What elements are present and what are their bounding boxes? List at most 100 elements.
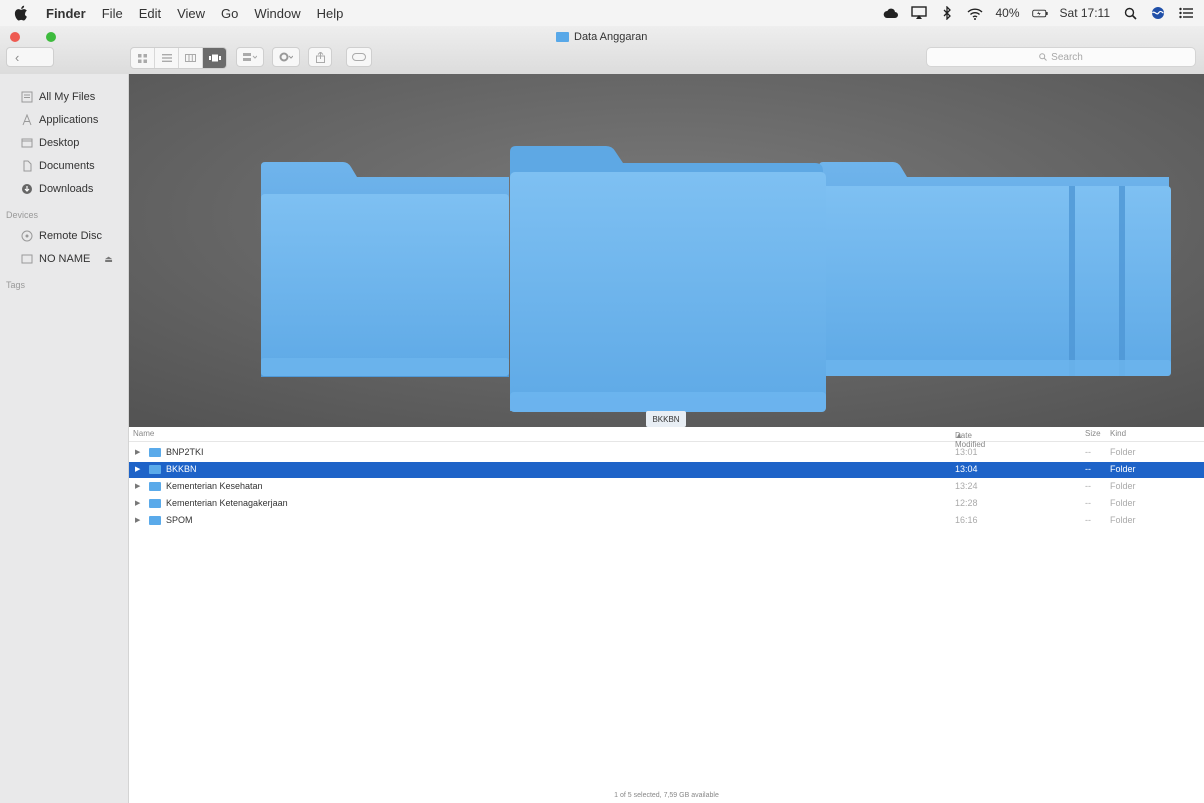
- clock[interactable]: Sat 17:11: [1060, 6, 1110, 20]
- gear-icon: [279, 52, 293, 62]
- cover-flow-canvas: [129, 74, 1204, 427]
- row-date: 13:04: [955, 464, 978, 474]
- row-size: --: [1085, 498, 1091, 508]
- eject-icon[interactable]: ⏏: [104, 254, 113, 265]
- column-view-button[interactable]: [179, 48, 203, 68]
- disclosure-triangle-icon[interactable]: ▶: [135, 516, 140, 524]
- row-date: 16:16: [955, 515, 978, 525]
- disclosure-triangle-icon[interactable]: ▶: [135, 499, 140, 507]
- bluetooth-icon[interactable]: [939, 5, 955, 21]
- spotlight-search-icon[interactable]: [1122, 5, 1138, 21]
- list-row-bkkbn-selected[interactable]: ▶ BKKBN 13:04 -- Folder: [129, 462, 1204, 478]
- list-view-button[interactable]: [155, 48, 179, 68]
- row-size: --: [1085, 481, 1091, 491]
- title-bar: Data Anggaran ‹ Search: [0, 26, 1204, 75]
- cover-flow-selected-label: BKKBN: [646, 411, 686, 427]
- battery-percent[interactable]: 40%: [995, 6, 1019, 20]
- list-header: Name Date Modified ▲ Size Kind: [129, 427, 1204, 449]
- sidebar-section-devices: Devices: [6, 210, 39, 220]
- wifi-icon[interactable]: [967, 5, 983, 21]
- action-button[interactable]: [272, 47, 300, 67]
- row-name: Kementerian Kesehatan: [166, 481, 263, 491]
- column-header-name[interactable]: Name: [133, 429, 154, 438]
- menu-window[interactable]: Window: [254, 6, 300, 21]
- folder-icon: [149, 448, 161, 457]
- list-row-kementerian-ketenagakerjaan[interactable]: ▶ Kementerian Ketenagakerjaan 12:28 -- F…: [129, 496, 1204, 512]
- cover-folder-bkkbn-selected[interactable]: [510, 146, 826, 412]
- list-row-kementerian-kesehatan[interactable]: ▶ Kementerian Kesehatan 13:24 -- Folder: [129, 479, 1204, 495]
- tags-button[interactable]: [346, 47, 372, 67]
- cover-flow-view-button[interactable]: [203, 48, 226, 68]
- cover-folder-bnp2tki[interactable]: [261, 162, 509, 377]
- back-button[interactable]: ‹: [6, 47, 54, 67]
- list-view-icon: [161, 54, 172, 62]
- menu-file[interactable]: File: [102, 6, 123, 21]
- close-button[interactable]: [10, 32, 20, 42]
- notification-center-icon[interactable]: [1178, 5, 1194, 21]
- sidebar-item-all-my-files[interactable]: All My Files: [20, 88, 95, 106]
- battery-icon[interactable]: [1031, 5, 1048, 21]
- row-kind: Folder: [1110, 464, 1136, 474]
- apple-icon[interactable]: [14, 5, 28, 21]
- sidebar-label: Applications: [39, 114, 99, 126]
- search-placeholder: Search: [1051, 51, 1083, 63]
- disclosure-triangle-icon[interactable]: ▶: [135, 482, 140, 490]
- menu-extras: 40% Sat 17:11: [883, 0, 1194, 26]
- sidebar-item-applications[interactable]: Applications: [20, 111, 98, 129]
- row-date: 13:24: [955, 481, 978, 491]
- row-name: SPOM: [166, 515, 193, 525]
- sort-ascending-icon: ▲: [955, 431, 963, 440]
- column-header-size[interactable]: Size: [1085, 429, 1101, 438]
- siri-icon[interactable]: [1150, 5, 1166, 21]
- sidebar-item-documents[interactable]: Documents: [20, 157, 95, 175]
- menu-edit[interactable]: Edit: [139, 6, 161, 21]
- cloud-icon[interactable]: [883, 5, 899, 21]
- documents-icon: [20, 160, 33, 173]
- tag-icon: [352, 53, 366, 61]
- sidebar-item-no-name[interactable]: NO NAME ⏏: [20, 250, 113, 268]
- cover-flow-preview[interactable]: [129, 74, 1204, 427]
- desktop-icon: [20, 137, 33, 150]
- zoom-button[interactable]: [46, 32, 56, 42]
- menu-bar: Finder File Edit View Go Window Help 40%…: [0, 0, 1204, 27]
- column-view-icon: [185, 54, 196, 62]
- sidebar-label: Downloads: [39, 183, 94, 195]
- sidebar-label: All My Files: [39, 91, 96, 103]
- folder-icon: [149, 499, 161, 508]
- arrange-button[interactable]: [236, 47, 264, 67]
- row-kind: Folder: [1110, 515, 1136, 525]
- folder-icon: [149, 482, 161, 491]
- column-header-kind[interactable]: Kind: [1110, 429, 1126, 438]
- arrange-icon: [243, 52, 257, 61]
- menu-view[interactable]: View: [177, 6, 205, 21]
- share-icon: [315, 51, 325, 63]
- sidebar-label: NO NAME: [39, 253, 91, 265]
- airplay-icon[interactable]: [911, 5, 928, 21]
- menu-go[interactable]: Go: [221, 6, 238, 21]
- disclosure-triangle-icon[interactable]: ▶: [135, 465, 140, 473]
- row-name: Kementerian Ketenagakerjaan: [166, 498, 288, 508]
- menu-app-name[interactable]: Finder: [46, 6, 86, 21]
- icon-view-button[interactable]: [131, 48, 155, 68]
- sidebar-item-remote-disc[interactable]: Remote Disc: [20, 227, 102, 245]
- sidebar-item-downloads[interactable]: Downloads: [20, 180, 93, 198]
- row-name: BKKBN: [166, 464, 197, 474]
- sidebar: All My Files Applications Desktop Docume…: [0, 74, 129, 803]
- chevron-left-icon: ‹: [15, 49, 20, 65]
- share-button[interactable]: [308, 47, 332, 67]
- sidebar-section-tags: Tags: [6, 280, 26, 290]
- search-field[interactable]: Search: [926, 47, 1196, 67]
- disclosure-triangle-icon[interactable]: ▶: [135, 448, 140, 456]
- row-kind: Folder: [1110, 498, 1136, 508]
- sidebar-label: Desktop: [39, 137, 80, 149]
- cover-flow-icon: [208, 54, 221, 62]
- list-row-bnp2tki[interactable]: ▶ BNP2TKI 13:01 -- Folder: [129, 445, 1204, 461]
- sidebar-item-desktop[interactable]: Desktop: [20, 134, 79, 152]
- search-icon: [1039, 53, 1048, 61]
- folder-icon: [556, 32, 569, 42]
- remote-disc-icon: [20, 230, 33, 243]
- folder-icon: [149, 465, 161, 474]
- list-row-spom[interactable]: ▶ SPOM 16:16 -- Folder: [129, 513, 1204, 529]
- menu-help[interactable]: Help: [317, 6, 344, 21]
- cover-folder-kementerian-kesehatan[interactable]: [819, 162, 1171, 376]
